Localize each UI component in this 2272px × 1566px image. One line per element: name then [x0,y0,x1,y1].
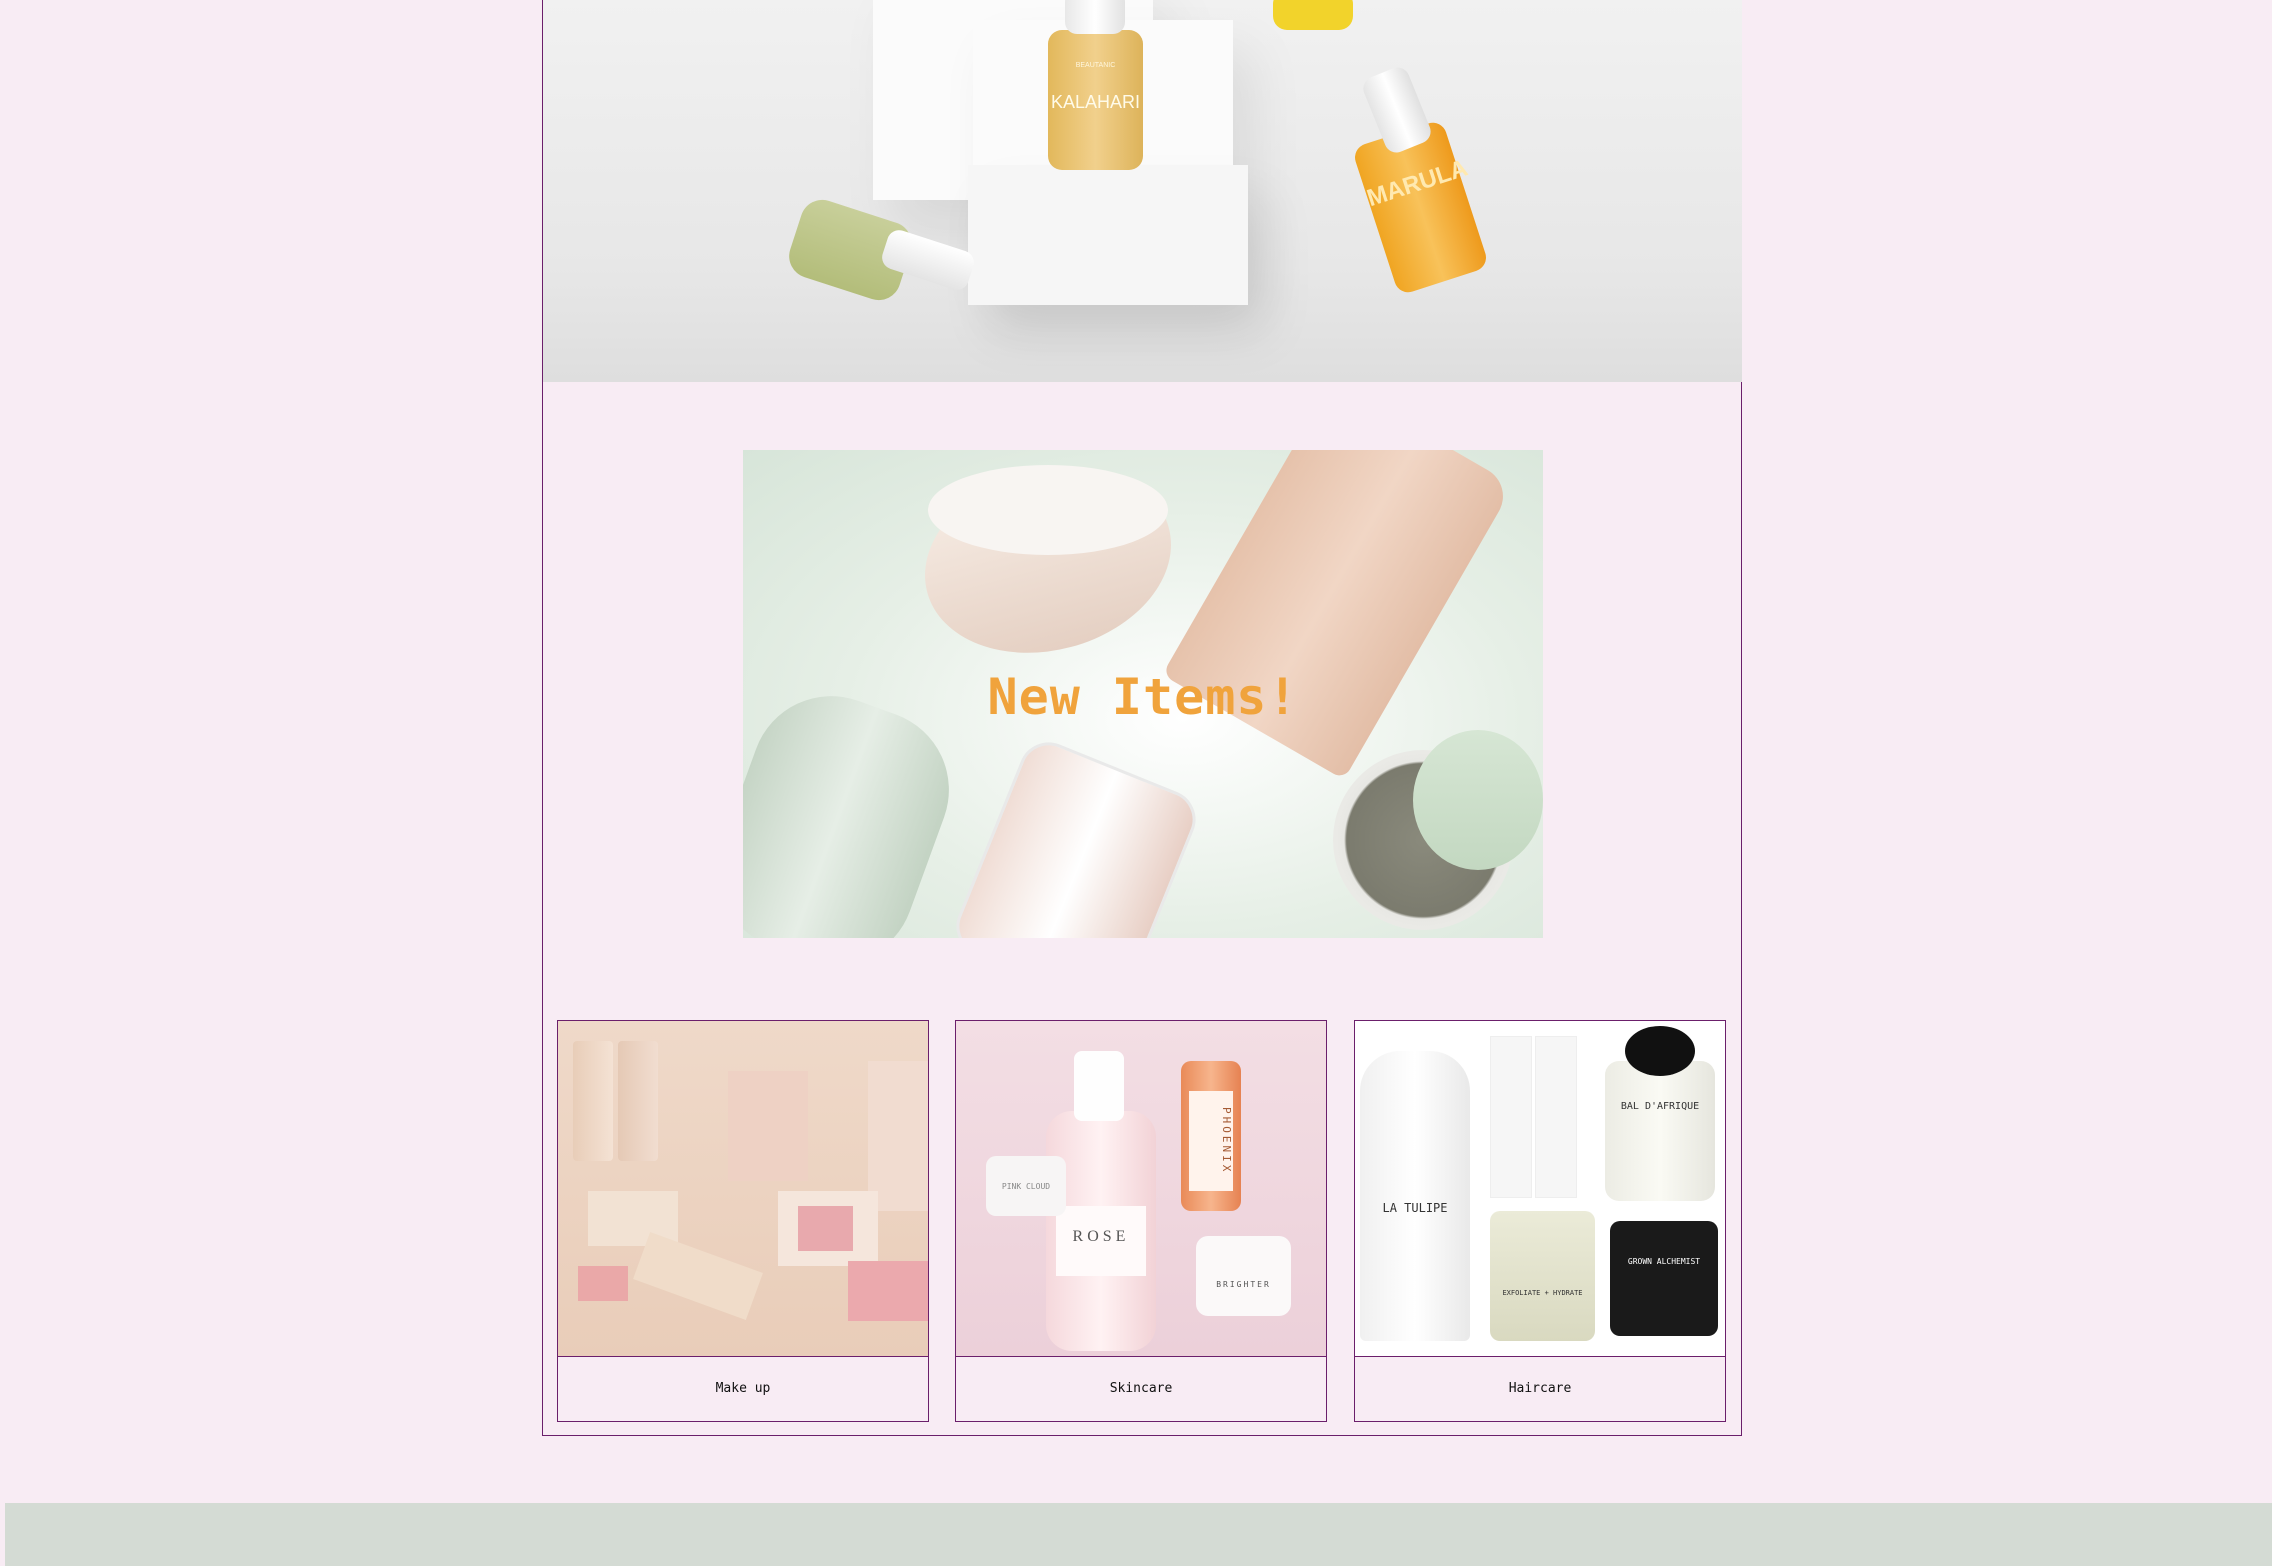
brighter-jar: BRIGHTER [1196,1236,1291,1316]
bodin-tube [1535,1036,1577,1198]
foundation-bottle [618,1041,658,1161]
pink-box [848,1261,928,1321]
cream-tube [1162,450,1514,780]
stick-product [947,733,1205,938]
rose-bottle: ROSE [1046,1111,1156,1351]
haircare-image: LA TULIPE BAL D'AFRIQUE EXFOLIATE + HYDR… [1355,1021,1725,1357]
compact-lid [1413,730,1543,870]
new-items-banner[interactable]: New Items! [743,450,1543,938]
makeup-box [728,1071,808,1181]
footer [5,1503,2272,1566]
category-card-makeup[interactable]: Make up [557,1020,929,1422]
main-content-frame: BEAUTANIC KALAHARI MARULA New Items! Mak… [542,0,1742,1436]
category-card-haircare[interactable]: LA TULIPE BAL D'AFRIQUE EXFOLIATE + HYDR… [1354,1020,1726,1422]
cream-jar-lid [928,465,1168,555]
bodin-tube [1490,1036,1532,1198]
marula-bottle: MARULA [1351,119,1490,296]
exfoliate-label: EXFOLIATE + HYDRATE [1502,1289,1583,1297]
foundation-bottle [573,1041,613,1161]
la-tulipe-label: LA TULIPE [1382,1201,1448,1215]
bal-afrique-label: BAL D'AFRIQUE [1620,1101,1700,1112]
banner-title: New Items! [987,668,1299,726]
category-label: Haircare [1508,1381,1572,1396]
pink-box [578,1266,628,1301]
rose-label: ROSE [1056,1206,1146,1276]
bottle-brand-label: BEAUTANIC [1075,62,1116,69]
skincare-image: ROSE PHOENIX PINK CLOUD BRIGHTER [956,1021,1326,1357]
yellow-bottle [1273,0,1353,30]
category-card-skincare[interactable]: ROSE PHOENIX PINK CLOUD BRIGHTER Skincar… [955,1020,1327,1422]
kalahari-bottle: BEAUTANIC KALAHARI [1048,30,1143,170]
spray-cap [1074,1051,1124,1121]
grown-alchemist-jar: GROWN ALCHEMIST [1610,1221,1718,1336]
hero-image: BEAUTANIC KALAHARI MARULA [543,0,1742,382]
category-label: Make up [715,1381,771,1396]
blush-pan [798,1206,853,1251]
kalahari-cap [1065,0,1125,34]
pink-cloud-label: PINK CLOUD [1001,1182,1051,1191]
la-tulipe-bottle: LA TULIPE [1360,1051,1470,1341]
kalahari-label: KALAHARI [1050,92,1141,112]
marula-label: MARULA [1363,154,1471,213]
grown-alchemist-label: GROWN ALCHEMIST [1627,1257,1701,1266]
makeup-image [558,1021,928,1357]
makeup-box [868,1061,928,1211]
phoenix-label: PHOENIX [1189,1091,1233,1191]
hero-block-front [968,165,1248,305]
category-label: Skincare [1109,1381,1173,1396]
phoenix-bottle: PHOENIX [1181,1061,1241,1211]
bal-afrique-bottle: BAL D'AFRIQUE [1605,1061,1715,1201]
brighter-label: BRIGHTER [1216,1280,1271,1289]
perfume-cap [1625,1026,1695,1076]
pink-cloud-jar: PINK CLOUD [986,1156,1066,1216]
exfoliate-jar: EXFOLIATE + HYDRATE [1490,1211,1595,1341]
makeup-box [633,1231,763,1321]
